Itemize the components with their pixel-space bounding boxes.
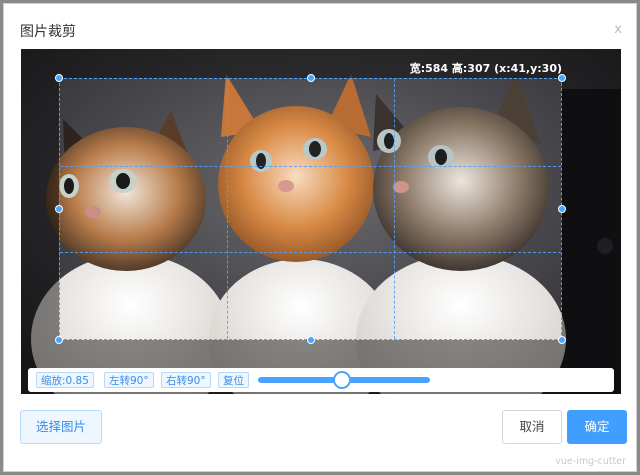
crop-toolbar: 缩放:0.85 左转90° 右转90° 复位: [28, 368, 614, 392]
reset-button[interactable]: 复位: [218, 372, 249, 388]
grid-line: [60, 252, 561, 254]
resize-handle-left[interactable]: [55, 205, 63, 213]
resize-handle-top[interactable]: [306, 74, 315, 82]
grid-line: [393, 79, 395, 339]
cancel-button[interactable]: 取消: [502, 410, 562, 444]
rotate-left-button[interactable]: 左转90°: [104, 372, 154, 388]
grid-line: [226, 79, 228, 339]
resize-handle-bottom-left[interactable]: [55, 336, 63, 344]
resize-handle-bottom[interactable]: [306, 336, 315, 344]
image-crop-dialog: 图片裁剪 x 宽:584 高:307 (x:41,y:30) 缩放:0.85 左…: [3, 3, 637, 472]
resize-handle-right[interactable]: [558, 205, 566, 213]
watermark: vue-img-cutter: [555, 456, 626, 467]
crop-size-info: 宽:584 高:307 (x:41,y:30): [409, 62, 562, 75]
crop-box[interactable]: [55, 74, 566, 344]
zoom-slider-thumb[interactable]: [333, 371, 352, 389]
confirm-button[interactable]: 确定: [567, 410, 627, 444]
close-icon[interactable]: x: [614, 22, 622, 37]
resize-handle-top-right[interactable]: [558, 74, 566, 82]
grid-line: [60, 165, 561, 167]
zoom-level-button[interactable]: 缩放:0.85: [36, 372, 94, 388]
resize-handle-bottom-right[interactable]: [558, 336, 566, 344]
rotate-right-button[interactable]: 右转90°: [161, 372, 211, 388]
crop-mask-right: [562, 78, 621, 340]
crop-mask-left: [21, 78, 59, 340]
select-image-button[interactable]: 选择图片: [20, 410, 102, 444]
dialog-title: 图片裁剪: [20, 24, 76, 40]
resize-handle-top-left[interactable]: [55, 74, 63, 82]
crop-stage[interactable]: 宽:584 高:307 (x:41,y:30) 缩放:0.85 左转90° 右转…: [21, 49, 621, 394]
